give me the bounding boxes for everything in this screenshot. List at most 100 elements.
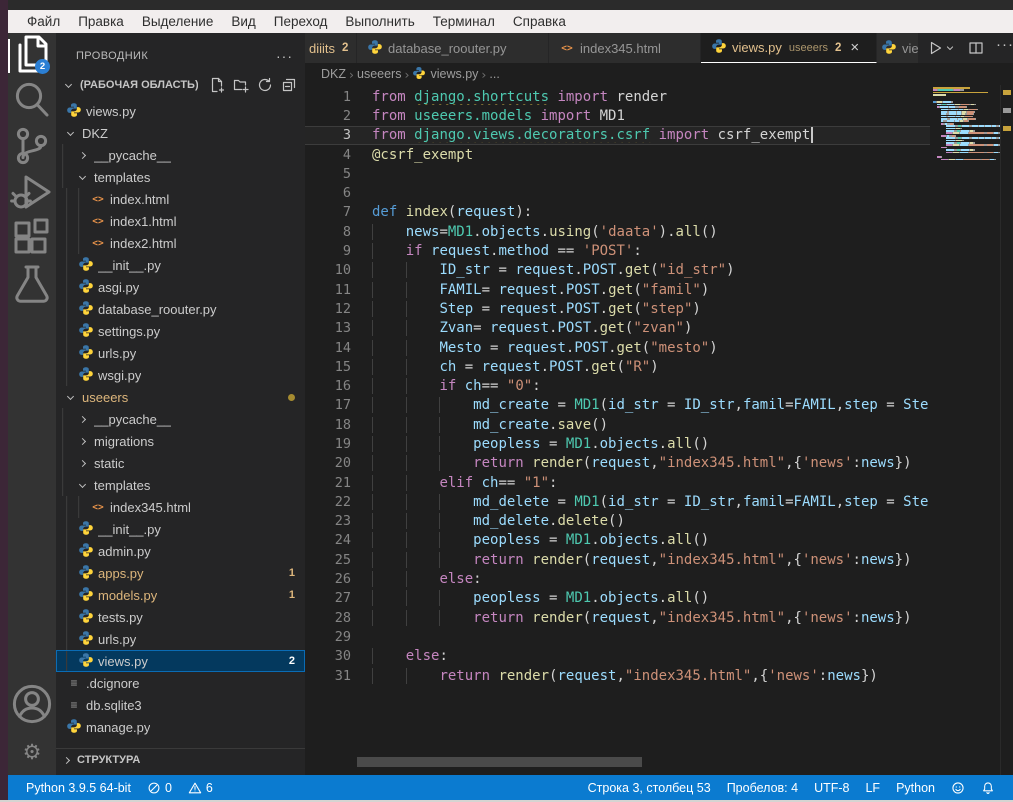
breadcrumb-item-useeers[interactable]: useeers	[357, 67, 401, 81]
outline-section-header[interactable]: СТРУКТУРА	[56, 748, 305, 771]
tree-item-models.py[interactable]: models.py1	[56, 584, 305, 606]
breadcrumb-item-views.py[interactable]: views.py	[412, 67, 478, 81]
tab-index345.html[interactable]: <>index345.html	[549, 33, 701, 63]
testing-activity-button[interactable]	[8, 263, 56, 309]
menu-bar: ФайлПравкаВыделениеВидПереходВыполнитьТе…	[8, 10, 1013, 33]
explorer-activity-button[interactable]: 2	[8, 33, 56, 79]
tree-item-apps.py[interactable]: apps.py1	[56, 562, 305, 584]
breadcrumb-item-DKZ[interactable]: DKZ	[321, 67, 346, 81]
status-error[interactable]: 0	[139, 781, 180, 795]
breadcrumb-item-...[interactable]: ...	[489, 67, 499, 81]
tree-indent-guide	[66, 188, 78, 210]
tree-item-tests.py[interactable]: tests.py	[56, 606, 305, 628]
tab-diiits[interactable]: diiits2	[305, 33, 357, 63]
list-icon: ≡	[70, 698, 77, 712]
sidebar-more-icon[interactable]: ···	[276, 48, 293, 64]
tree-item-__pycache__[interactable]: __pycache__	[56, 408, 305, 430]
tree-item-admin.py[interactable]: admin.py	[56, 540, 305, 562]
tree-item-asgi.py[interactable]: asgi.py	[56, 276, 305, 298]
token: Mesto	[439, 340, 481, 356]
workspace-section-header[interactable]: (РАБОЧАЯ ОБЛАСТЬ) ...	[56, 74, 305, 96]
py-file-icon	[881, 40, 897, 56]
tree-item-db.sqlite3[interactable]: ≡db.sqlite3	[56, 694, 305, 716]
token: :	[633, 243, 641, 259]
menu-item-Справка[interactable]: Справка	[504, 10, 575, 33]
tree-item-DKZ[interactable]: DKZ	[56, 122, 305, 144]
status-Строка 3, столбец 53[interactable]: Строка 3, столбец 53	[580, 781, 719, 795]
tree-item-label: static	[94, 456, 124, 471]
close-icon[interactable]: ×	[850, 40, 859, 55]
status-UTF-8[interactable]: UTF-8	[806, 781, 857, 795]
account-activity-button[interactable]	[8, 683, 56, 729]
token: django.shortcuts	[414, 89, 549, 105]
tree-item-__pycache__[interactable]: __pycache__	[56, 144, 305, 166]
tree-item-database_roouter.py[interactable]: database_roouter.py	[56, 298, 305, 320]
code-editor[interactable]: 1from django.shortcuts import render2fro…	[305, 85, 1013, 775]
tree-item-settings.py[interactable]: settings.py	[56, 320, 305, 342]
tree-item-index2.html[interactable]: <>index2.html	[56, 232, 305, 254]
refresh-icon[interactable]	[257, 77, 273, 93]
collapse-all-icon[interactable]	[281, 77, 297, 93]
html-icon: <>	[92, 502, 103, 513]
tab-database_roouter.py[interactable]: database_roouter.py	[357, 33, 549, 63]
run-debug-activity-button[interactable]	[8, 171, 56, 217]
menu-item-Терминал[interactable]: Терминал	[424, 10, 504, 33]
token: =	[785, 397, 793, 413]
minimap[interactable]	[930, 87, 1000, 161]
tree-item-migrations[interactable]: migrations	[56, 430, 305, 452]
tree-item-__init__.py[interactable]: __init__.py	[56, 518, 305, 540]
search-activity-button[interactable]	[8, 79, 56, 125]
py-icon	[78, 366, 94, 385]
token: def	[372, 204, 397, 220]
settings-activity-button[interactable]: ⚙	[8, 729, 56, 775]
tree-item-index345.html[interactable]: <>index345.html	[56, 496, 305, 518]
status-warning[interactable]: 6	[180, 781, 221, 795]
tree-item-index.html[interactable]: <>index.html	[56, 188, 305, 210]
token: md_delete	[473, 494, 549, 510]
token: .	[591, 320, 599, 336]
tree-item-__init__.py[interactable]: __init__.py	[56, 254, 305, 276]
more-icon[interactable]: ···	[996, 40, 1012, 56]
new-file-icon[interactable]	[209, 77, 225, 93]
tree-item-useeers[interactable]: useeers	[56, 386, 305, 408]
status-Пробелов: 4[interactable]: Пробелов: 4	[719, 781, 806, 795]
status-bell[interactable]	[973, 781, 1003, 795]
menu-item-Переход[interactable]: Переход	[265, 10, 337, 33]
tree-item-urls.py[interactable]: urls.py	[56, 628, 305, 650]
status-Python 3.9.5 64-bit[interactable]: Python 3.9.5 64-bit	[18, 781, 139, 795]
menu-item-Выделение[interactable]: Выделение	[133, 10, 223, 33]
tree-item-wsgi.py[interactable]: wsgi.py	[56, 364, 305, 386]
menu-item-Выполнить[interactable]: Выполнить	[336, 10, 423, 33]
tree-item-views.py[interactable]: views.py2	[56, 650, 305, 672]
extensions-activity-button[interactable]	[8, 217, 56, 263]
code-line-10: 10 ID_str = request.POST.get("id_str")	[305, 261, 930, 280]
menu-item-Правка[interactable]: Правка	[69, 10, 133, 33]
status-LF[interactable]: LF	[857, 781, 888, 795]
horizontal-scrollbar-thumb[interactable]	[357, 757, 642, 767]
source-control-activity-button[interactable]	[8, 125, 56, 171]
tab-views.py[interactable]: views.pyuseeers2×	[701, 33, 877, 63]
status-feedback[interactable]	[943, 781, 973, 795]
tree-item-.dcignore[interactable]: ≡.dcignore	[56, 672, 305, 694]
run-icon[interactable]	[927, 40, 943, 56]
indent-guide	[439, 513, 473, 529]
new-folder-icon[interactable]	[233, 77, 249, 93]
status-Python[interactable]: Python	[888, 781, 943, 795]
line-number: 18	[305, 417, 351, 433]
tree-item-templates[interactable]: templates	[56, 474, 305, 496]
tree-item-urls.py[interactable]: urls.py	[56, 342, 305, 364]
tree-item-views.py[interactable]: views.py	[56, 100, 305, 122]
tree-item-templates[interactable]: templates	[56, 166, 305, 188]
tree-item-index1.html[interactable]: <>index1.html	[56, 210, 305, 232]
token	[406, 89, 414, 105]
token: })	[895, 552, 912, 568]
indent-guide	[439, 417, 473, 433]
token: get	[625, 262, 650, 278]
workbench: 2⚙ ПРОВОДНИК ··· (РАБОЧАЯ ОБЛАСТЬ) ... v…	[8, 33, 1013, 775]
split-editor-icon[interactable]	[968, 40, 984, 56]
menu-item-Вид[interactable]: Вид	[222, 10, 264, 33]
tree-item-manage.py[interactable]: manage.py	[56, 716, 305, 738]
chevron-down-icon[interactable]	[944, 40, 956, 56]
tree-item-static[interactable]: static	[56, 452, 305, 474]
tab-vie[interactable]: vie	[877, 33, 919, 63]
